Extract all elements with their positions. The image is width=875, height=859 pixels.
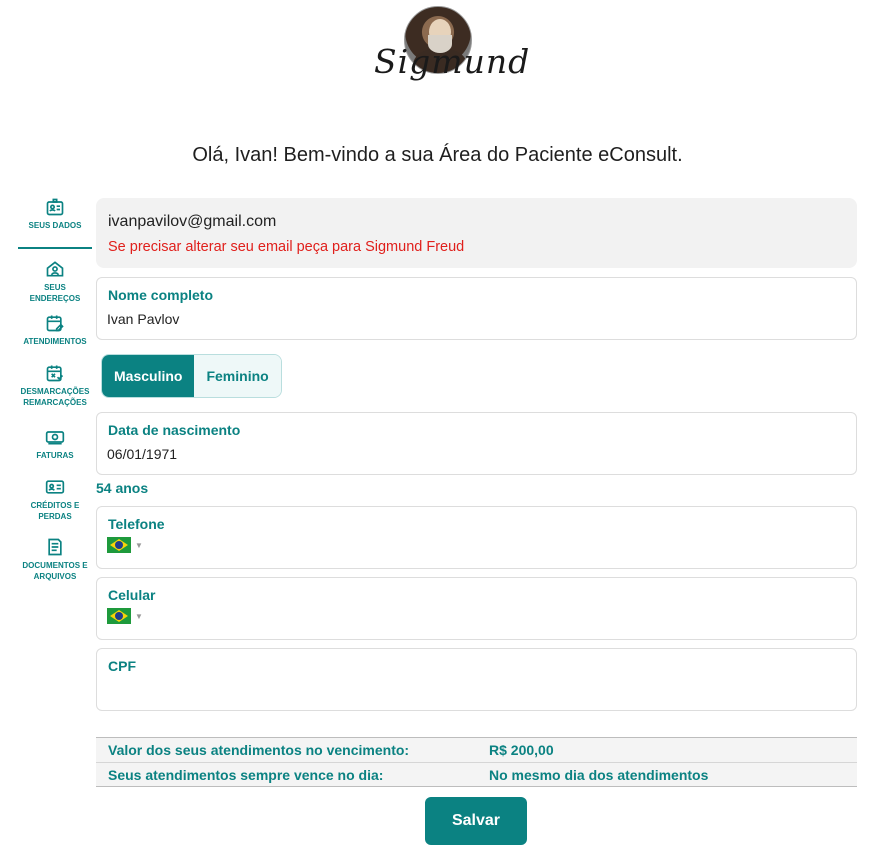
full-name-input[interactable] — [107, 308, 837, 330]
age-text: 54 anos — [96, 480, 149, 496]
phone-field: Telefone ▼ — [96, 506, 857, 569]
gender-toggle: Masculino Feminino — [101, 354, 282, 398]
gender-option-masculino[interactable]: Masculino — [102, 355, 195, 397]
phone-country-select[interactable]: ▼ — [107, 537, 143, 553]
calendar-edit-icon — [46, 315, 64, 332]
sidebar-item-creditos[interactable]: CRÉDITOS E PERDAS — [18, 477, 92, 527]
sidebar-item-label: SEUS ENDEREÇOS — [29, 283, 81, 303]
brazil-flag-icon — [107, 608, 131, 624]
billing-label: Seus atendimentos sempre vence no dia: — [108, 766, 384, 783]
sidebar-nav: SEUS DADOS SEUS ENDEREÇOS ATENDIMENTOS D… — [18, 197, 92, 587]
sidebar-item-desmarcacoes[interactable]: DESMARCAÇÕES REMARCAÇÕES — [18, 363, 92, 419]
birth-date-label: Data de nascimento — [108, 422, 241, 438]
save-button[interactable]: Salvar — [425, 797, 527, 845]
brand-logo: Sigmund — [370, 6, 531, 96]
sidebar-item-seus-dados[interactable]: SEUS DADOS — [18, 197, 92, 249]
sidebar-item-faturas[interactable]: FATURAS — [18, 427, 92, 467]
billing-label: Valor dos seus atendimentos no venciment… — [108, 742, 410, 758]
birth-date-input[interactable] — [107, 443, 837, 465]
calendar-x-icon — [46, 365, 64, 382]
cpf-input[interactable] — [107, 679, 837, 701]
sidebar-item-label: DOCUMENTOS E ARQUIVOS — [22, 561, 88, 581]
mobile-label: Celular — [108, 587, 156, 603]
cpf-field: CPF — [96, 648, 857, 711]
sidebar-item-label: CRÉDITOS E PERDAS — [30, 501, 80, 521]
billing-value: No mesmo dia dos atendimentos — [489, 766, 709, 783]
birth-date-field: Data de nascimento — [96, 412, 857, 475]
email-panel: ivanpavilov@gmail.com Se precisar altera… — [96, 198, 857, 268]
brazil-flag-icon — [107, 537, 131, 553]
wallet-card-icon — [45, 480, 65, 494]
cpf-label: CPF — [108, 658, 136, 674]
sidebar-item-seus-enderecos[interactable]: SEUS ENDEREÇOS — [18, 259, 92, 309]
brand-name: Sigmund — [374, 42, 531, 81]
sidebar-item-label: SEUS DADOS — [28, 221, 82, 230]
full-name-label: Nome completo — [108, 287, 214, 303]
sidebar-item-label: ATENDIMENTOS — [23, 337, 87, 346]
gender-option-feminino[interactable]: Feminino — [194, 355, 281, 397]
chevron-down-icon: ▼ — [135, 540, 143, 550]
document-icon — [48, 538, 62, 556]
sidebar-item-documentos[interactable]: DOCUMENTOS E ARQUIVOS — [18, 537, 92, 587]
id-card-icon — [46, 198, 64, 216]
sidebar-item-atendimentos[interactable]: ATENDIMENTOS — [18, 313, 92, 357]
phone-label: Telefone — [108, 516, 165, 532]
billing-row: Valor dos seus atendimentos no venciment… — [96, 738, 857, 762]
full-name-field: Nome completo — [96, 277, 857, 340]
billing-row: Seus atendimentos sempre vence no dia: N… — [96, 762, 857, 786]
mobile-country-select[interactable]: ▼ — [107, 608, 143, 624]
chevron-down-icon: ▼ — [135, 611, 143, 621]
billing-value: R$ 200,00 — [489, 742, 554, 758]
sidebar-item-label: DESMARCAÇÕES REMARCAÇÕES — [20, 387, 90, 407]
email-value: ivanpavilov@gmail.com — [108, 213, 277, 230]
mobile-field: Celular ▼ — [96, 577, 857, 640]
billing-info-table: Valor dos seus atendimentos no venciment… — [96, 737, 857, 787]
home-user-icon — [46, 261, 64, 277]
email-change-note: Se precisar alterar seu email peça para … — [108, 239, 465, 255]
welcome-message: Olá, Ivan! Bem-vindo a sua Área do Pacie… — [192, 144, 683, 166]
sidebar-item-label: FATURAS — [36, 451, 74, 460]
money-icon — [45, 431, 65, 445]
